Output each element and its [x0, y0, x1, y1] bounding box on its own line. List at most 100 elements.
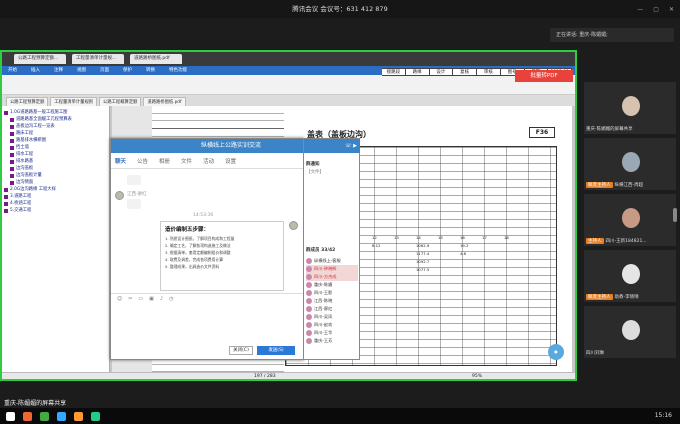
bookmark-item[interactable]: 挡土墙 — [4, 144, 107, 151]
bookmark-item[interactable]: 路床工程 — [4, 130, 107, 137]
bookmark-item[interactable]: 3.道路工程 — [4, 193, 107, 200]
avatar[interactable] — [115, 191, 124, 200]
emoji-icon[interactable]: ☺ — [117, 296, 122, 302]
app-tab[interactable]: 道路路桥图纸.pdf — [130, 54, 182, 64]
bookmark-item[interactable]: 边沟盖板 — [4, 165, 107, 172]
participant-name: 联席主持人 助教-李晓晴 — [586, 294, 639, 300]
assistant-icon[interactable]: ● — [548, 344, 564, 360]
app-icon[interactable] — [91, 411, 100, 421]
member-item[interactable]: 江西-廖红 — [306, 305, 332, 313]
table-cell: 1092.7 — [416, 259, 430, 264]
participant-video — [622, 96, 640, 116]
menu-item[interactable]: 页面 — [100, 66, 109, 75]
group-file[interactable]: 【文件】 — [306, 169, 324, 175]
menu-item[interactable]: 开始 — [8, 66, 17, 75]
bookmark-item[interactable]: 道路路基全面缓工元程预算表 — [4, 116, 107, 123]
shared-screen: 公路工程预算定额... 工程量清单计量规... 道路路桥图纸.pdf 开始 插入… — [0, 50, 577, 381]
group-header-icons: ☏ ▶ — [304, 139, 360, 153]
member-item[interactable]: 四川-赵欢 — [306, 321, 332, 329]
card-line: 4. 取费及调差，完成各项费用计算 — [165, 257, 223, 262]
app-icon[interactable] — [23, 411, 32, 421]
avatar — [306, 290, 312, 296]
menu-item[interactable]: 视图 — [77, 66, 86, 75]
member-item[interactable]: 江西-陈晓 — [306, 297, 332, 305]
participant-tile[interactable]: 联席主持人 纵横江西-周超 — [584, 138, 676, 190]
bookmark-icon — [10, 117, 14, 122]
app-tab[interactable]: 工程量清单计量规... — [72, 54, 124, 64]
bookmark-icon — [4, 187, 8, 192]
bookmark-item[interactable]: 盖板边沟工程一览表 — [4, 123, 107, 130]
bookmark-item[interactable]: 路基排水横断图 — [4, 137, 107, 144]
image-icon[interactable]: ▣ — [149, 296, 154, 302]
avatar — [306, 314, 312, 320]
app-icon[interactable] — [74, 411, 83, 421]
doc-tab[interactable]: 公路工程预算定额 — [6, 97, 49, 106]
folder-icon[interactable]: ▭ — [138, 296, 143, 302]
member-item[interactable]: 四川-王影 — [306, 289, 332, 297]
bookmark-item[interactable]: 排水路基 — [4, 158, 107, 165]
message-input[interactable] — [111, 303, 303, 343]
pdf-ribbon — [2, 75, 575, 95]
bookmark-item[interactable]: 边沟盖板计量 — [4, 172, 107, 179]
phone-icon[interactable]: ☏ — [345, 143, 351, 149]
avatar — [306, 266, 312, 272]
tab-chat[interactable]: 聊天 — [115, 157, 126, 165]
menu-item[interactable]: 插入 — [31, 66, 40, 75]
windows-start-icon[interactable] — [6, 411, 15, 421]
app-icon[interactable] — [57, 411, 66, 421]
bookmark-item[interactable]: 1.0G道路路基一般工程施工图 — [4, 109, 107, 116]
tab-file[interactable]: 文件 — [181, 157, 192, 165]
member-item[interactable]: 四川-方杰成 — [306, 273, 358, 281]
mic-icon[interactable]: ♪ — [160, 296, 163, 302]
member-item[interactable]: 重庆-王芳 — [306, 337, 332, 345]
zoom-level[interactable]: 95% — [472, 374, 482, 379]
member-item[interactable]: 四川-钟晓辉 — [306, 265, 358, 273]
chat-title: 纵横线上公路实训交流 — [201, 142, 262, 149]
bookmark-item[interactable]: 边沟侧面 — [4, 179, 107, 186]
menu-item[interactable]: 注释 — [54, 66, 63, 75]
tab-activity[interactable]: 活动 — [203, 157, 214, 165]
avatar — [306, 274, 312, 280]
minimize-icon[interactable]: — — [637, 6, 643, 13]
bookmark-item[interactable]: 4.桥涵工程 — [4, 200, 107, 207]
app-icon[interactable] — [40, 411, 49, 421]
close-icon[interactable]: ✕ — [669, 6, 674, 13]
video-icon[interactable]: ▶ — [353, 143, 357, 149]
chat-tabs: 聊天 公告 相册 文件 活动 设置 — [111, 153, 303, 169]
participant-tile[interactable]: 重庆-陈媚媚的屏幕共享 — [584, 82, 676, 134]
bookmark-item[interactable]: 排水工程 — [4, 151, 107, 158]
participant-tile[interactable]: 主持人 四川-王新184821... — [584, 194, 676, 246]
scissors-icon[interactable]: ✂ — [128, 296, 132, 302]
close-button[interactable]: 关闭(C) — [229, 346, 253, 355]
member-item[interactable]: 四川-吴凤 — [306, 313, 332, 321]
participant-video — [622, 320, 640, 340]
tab-album[interactable]: 相册 — [159, 157, 170, 165]
avatar — [306, 322, 312, 328]
menu-item[interactable]: 转换 — [146, 66, 155, 75]
tab-notice[interactable]: 公告 — [137, 157, 148, 165]
host-badge: 联席主持人 — [586, 182, 613, 188]
pdf-status-bar: 197 / 283 95% — [2, 372, 575, 379]
participant-scrollbar[interactable] — [673, 208, 677, 222]
doc-tab[interactable]: 道路路桥图纸.pdf — [143, 97, 186, 106]
bookmark-item[interactable]: 5.交通工程 — [4, 207, 107, 214]
doc-tab[interactable]: 公路工程概算定额 — [99, 97, 142, 106]
meeting-title: 腾讯会议 会议号：631 412 879 — [292, 5, 388, 13]
avatar[interactable] — [289, 221, 298, 230]
maximize-icon[interactable]: ▢ — [653, 6, 659, 13]
participant-tile[interactable]: 联席主持人 助教-李晓晴 — [584, 250, 676, 302]
send-button[interactable]: 发送(S) — [257, 346, 295, 355]
member-item[interactable]: 重庆-陈媚 — [306, 281, 332, 289]
member-item[interactable]: 四川-王华 — [306, 329, 332, 337]
member-item[interactable]: 纵横线上-客服 — [306, 257, 341, 265]
menu-item[interactable]: 保护 — [123, 66, 132, 75]
batch-convert-button[interactable]: 批量转PDF — [515, 70, 573, 82]
menu-item[interactable]: 特色功能 — [169, 66, 187, 75]
bookmark-item[interactable]: 2.0G边沟路缘 工程大样 — [4, 186, 107, 193]
page-indicator[interactable]: 197 / 283 — [254, 374, 276, 379]
doc-tab[interactable]: 工程量清单计量规则 — [50, 97, 98, 106]
participant-tile[interactable]: 四川刘琳 — [584, 306, 676, 358]
app-tab[interactable]: 公路工程预算定额... — [14, 54, 66, 64]
history-icon[interactable]: ◷ — [169, 296, 173, 302]
tab-settings[interactable]: 设置 — [225, 157, 236, 165]
